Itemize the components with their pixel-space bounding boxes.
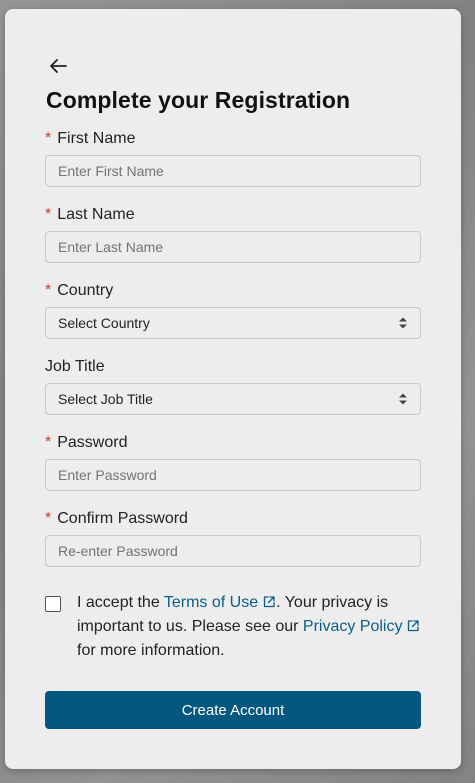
last-name-label: * Last Name [45, 206, 135, 223]
first-name-label: * First Name [45, 130, 136, 147]
privacy-policy-link[interactable]: Privacy Policy [303, 618, 421, 635]
terms-of-use-link[interactable]: Terms of Use [164, 594, 276, 611]
job-title-select[interactable]: Select Job Title [45, 383, 421, 415]
back-button[interactable] [45, 53, 71, 79]
country-label: * Country [45, 282, 114, 299]
terms-checkbox[interactable] [45, 596, 61, 612]
confirm-password-input[interactable] [45, 535, 421, 567]
create-account-button[interactable]: Create Account [45, 691, 421, 729]
required-marker: * [45, 510, 52, 527]
required-marker: * [45, 282, 52, 299]
page-title: Complete your Registration [46, 87, 351, 113]
external-link-icon [408, 620, 420, 632]
sort-caret-icon [399, 393, 407, 405]
arrow-left-icon [50, 59, 67, 73]
job-title-label: Job Title [45, 358, 105, 375]
required-marker: * [45, 130, 52, 147]
password-label: * Password [45, 434, 128, 451]
sort-caret-icon [399, 317, 407, 329]
country-select[interactable]: Select Country [45, 307, 421, 339]
last-name-input[interactable] [45, 231, 421, 263]
job-title-select-value: Select Job Title [58, 391, 153, 407]
terms-text: I accept the Terms of Use . Your privacy… [77, 591, 427, 663]
password-input[interactable] [45, 459, 421, 491]
registration-card: Complete your Registration *First Name *… [5, 9, 461, 769]
required-marker: * [45, 434, 52, 451]
required-marker: * [45, 206, 52, 223]
external-link-icon [263, 596, 275, 608]
country-select-value: Select Country [58, 315, 150, 331]
first-name-input[interactable] [45, 155, 421, 187]
confirm-password-label: * Confirm Password [45, 510, 188, 527]
